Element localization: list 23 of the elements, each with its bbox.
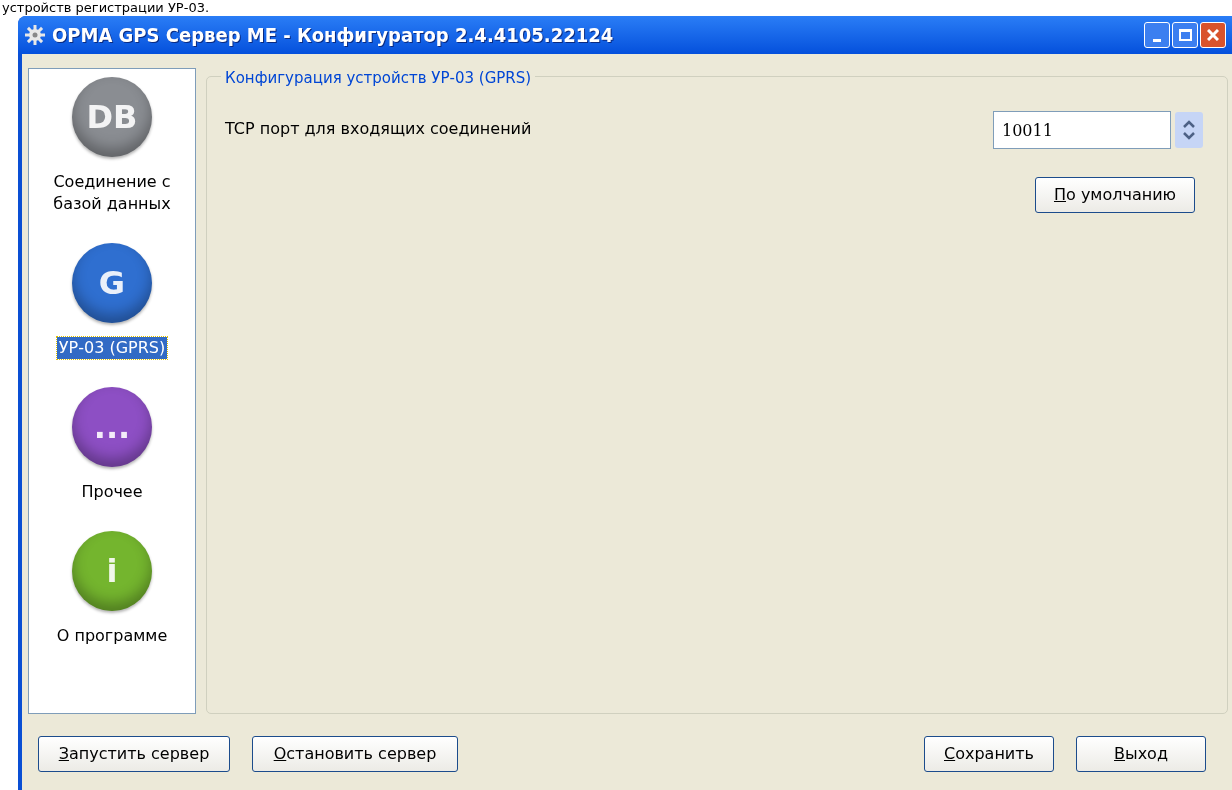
nav-label[interactable]: Прочее: [79, 481, 145, 503]
dialog-button[interactable]: По умолчанию: [1035, 177, 1195, 213]
nav-icon[interactable]: G: [72, 243, 152, 323]
spin-buttons[interactable]: [1175, 112, 1203, 148]
port-field[interactable]: 10011: [993, 111, 1171, 149]
maximize-icon: [1178, 29, 1192, 41]
field-label: TCP порт для входящих соединений: [225, 118, 532, 140]
minimize-button[interactable]: [1144, 22, 1170, 48]
dialog-button[interactable]: Сохранить: [924, 736, 1054, 772]
caption-text: устройств регистрации УР-03.: [1, 0, 211, 16]
window-title: ОРМА GPS Сервер ME - Конфигуратор 2.4.4105.22124: [52, 22, 614, 49]
nav-label[interactable]: УР-03 (GPRS): [56, 337, 168, 359]
close-button[interactable]: [1200, 22, 1226, 48]
minimize-icon: [1153, 38, 1161, 42]
nav-label[interactable]: О программе: [54, 625, 170, 647]
maximize-button[interactable]: [1172, 22, 1198, 48]
nav-icon[interactable]: ...: [72, 387, 152, 467]
dialog-button[interactable]: Запустить сервер: [38, 736, 230, 772]
gear-icon: [24, 24, 46, 46]
dialog-button[interactable]: Выход: [1076, 736, 1206, 772]
close-icon: [1207, 29, 1219, 41]
dialog-button[interactable]: Остановить сервер: [252, 736, 458, 772]
nav-label[interactable]: Соединение с базой данных: [42, 171, 182, 215]
